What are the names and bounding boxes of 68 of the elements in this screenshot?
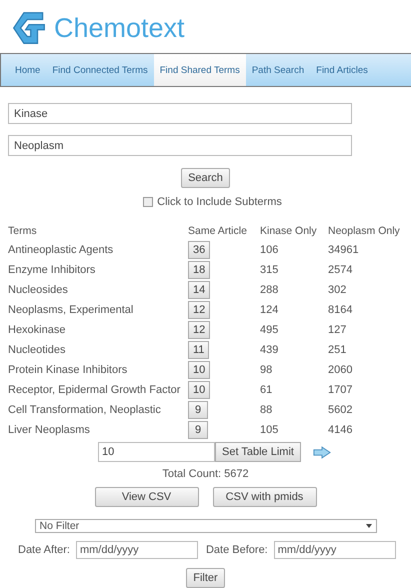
limit-field[interactable]: 10 xyxy=(98,442,215,462)
count-button[interactable]: 14 xyxy=(188,281,210,299)
date-label: Date After: xyxy=(18,544,70,556)
csv-button[interactable]: CSV with pmids xyxy=(212,487,316,507)
table-cell-text: 88 xyxy=(260,404,274,416)
count-button[interactable]: 12 xyxy=(188,321,210,339)
table-cell-text: 251 xyxy=(328,344,348,356)
filter-button[interactable]: Filter xyxy=(186,568,225,588)
term-cell-text: Receptor, Epidermal Growth Factor xyxy=(8,384,182,396)
term-cell-text: Enzyme Inhibitors xyxy=(8,264,96,276)
count-button[interactable]: 9 xyxy=(188,421,208,439)
column-header: Same Article xyxy=(188,225,248,237)
count-button[interactable]: 11 xyxy=(188,341,210,359)
table-cell-text: 4146 xyxy=(328,424,354,436)
term-cell-text: Liver Neoplasms xyxy=(8,424,91,436)
date-field[interactable]: mm/dd/yyyy xyxy=(76,541,198,559)
table-cell-text: 106 xyxy=(260,244,280,256)
term-cell-text: Neoplasms, Experimental xyxy=(8,304,134,316)
date-label: Date Before: xyxy=(206,544,268,556)
date-field[interactable]: mm/dd/yyyy xyxy=(274,541,396,559)
count-button[interactable]: 36 xyxy=(188,241,210,259)
table-cell-text: 61 xyxy=(260,384,274,396)
column-header: Kinase Only xyxy=(260,225,318,237)
column-header: Terms xyxy=(8,225,38,237)
table-cell-text: 495 xyxy=(260,324,280,336)
table-cell-text: 127 xyxy=(328,324,348,336)
table-cell-text: 302 xyxy=(328,284,348,296)
table-cell-text: 98 xyxy=(260,364,274,376)
term-cell-text: Nucleosides xyxy=(8,284,69,296)
nav-tab[interactable]: Home xyxy=(1,54,46,86)
subterms-label: Click to Include Subterms xyxy=(157,196,282,208)
table-cell-text: 1707 xyxy=(328,384,354,396)
arrow-right-icon[interactable] xyxy=(312,446,331,458)
total-count: Total Count: 5672 xyxy=(162,468,249,480)
nav-tab[interactable]: Find Connected Terms xyxy=(46,54,154,86)
term-field[interactable]: Kinase xyxy=(8,103,352,124)
filter-dropdown[interactable]: No Filter xyxy=(34,519,376,533)
logo-icon xyxy=(12,10,46,46)
site-title: Chemotext xyxy=(54,12,185,44)
table-cell-text: 5602 xyxy=(328,404,354,416)
table-cell-text: 34961 xyxy=(328,244,360,256)
column-header: Neoplasm Only xyxy=(328,225,401,237)
term-cell-text: Cell Transformation, Neoplastic xyxy=(8,404,162,416)
table-cell-text: 8164 xyxy=(328,304,354,316)
term-field[interactable]: Neoplasm xyxy=(8,135,352,156)
csv-button[interactable]: View CSV xyxy=(94,487,198,507)
table-cell-text: 2060 xyxy=(328,364,354,376)
term-cell-text: Protein Kinase Inhibitors xyxy=(8,364,128,376)
term-cell-text: Nucleotides xyxy=(8,344,66,356)
count-button[interactable]: 10 xyxy=(188,361,210,379)
subterms-checkbox[interactable] xyxy=(143,197,154,207)
table-cell-text: 288 xyxy=(260,284,280,296)
count-button[interactable]: 12 xyxy=(188,301,210,319)
table-cell-text: 439 xyxy=(260,344,280,356)
nav-tab[interactable]: Path Search xyxy=(246,54,310,86)
table-cell-text: 315 xyxy=(260,264,280,276)
count-button[interactable]: 10 xyxy=(188,381,210,399)
term-cell-text: Antineoplastic Agents xyxy=(8,244,114,256)
term-cell-text: Hexokinase xyxy=(8,324,66,336)
nav-tab[interactable]: Find Shared Terms xyxy=(154,54,246,86)
search-button[interactable]: Search xyxy=(181,168,230,188)
count-button[interactable]: 18 xyxy=(188,261,210,279)
count-button[interactable]: 9 xyxy=(188,401,208,419)
table-cell-text: 2574 xyxy=(328,264,354,276)
table-cell-text: 105 xyxy=(260,424,280,436)
set-limit-button[interactable]: Set Table Limit xyxy=(215,442,301,462)
table-cell-text: 124 xyxy=(260,304,280,316)
nav-tab[interactable]: Find Articles xyxy=(310,54,374,86)
